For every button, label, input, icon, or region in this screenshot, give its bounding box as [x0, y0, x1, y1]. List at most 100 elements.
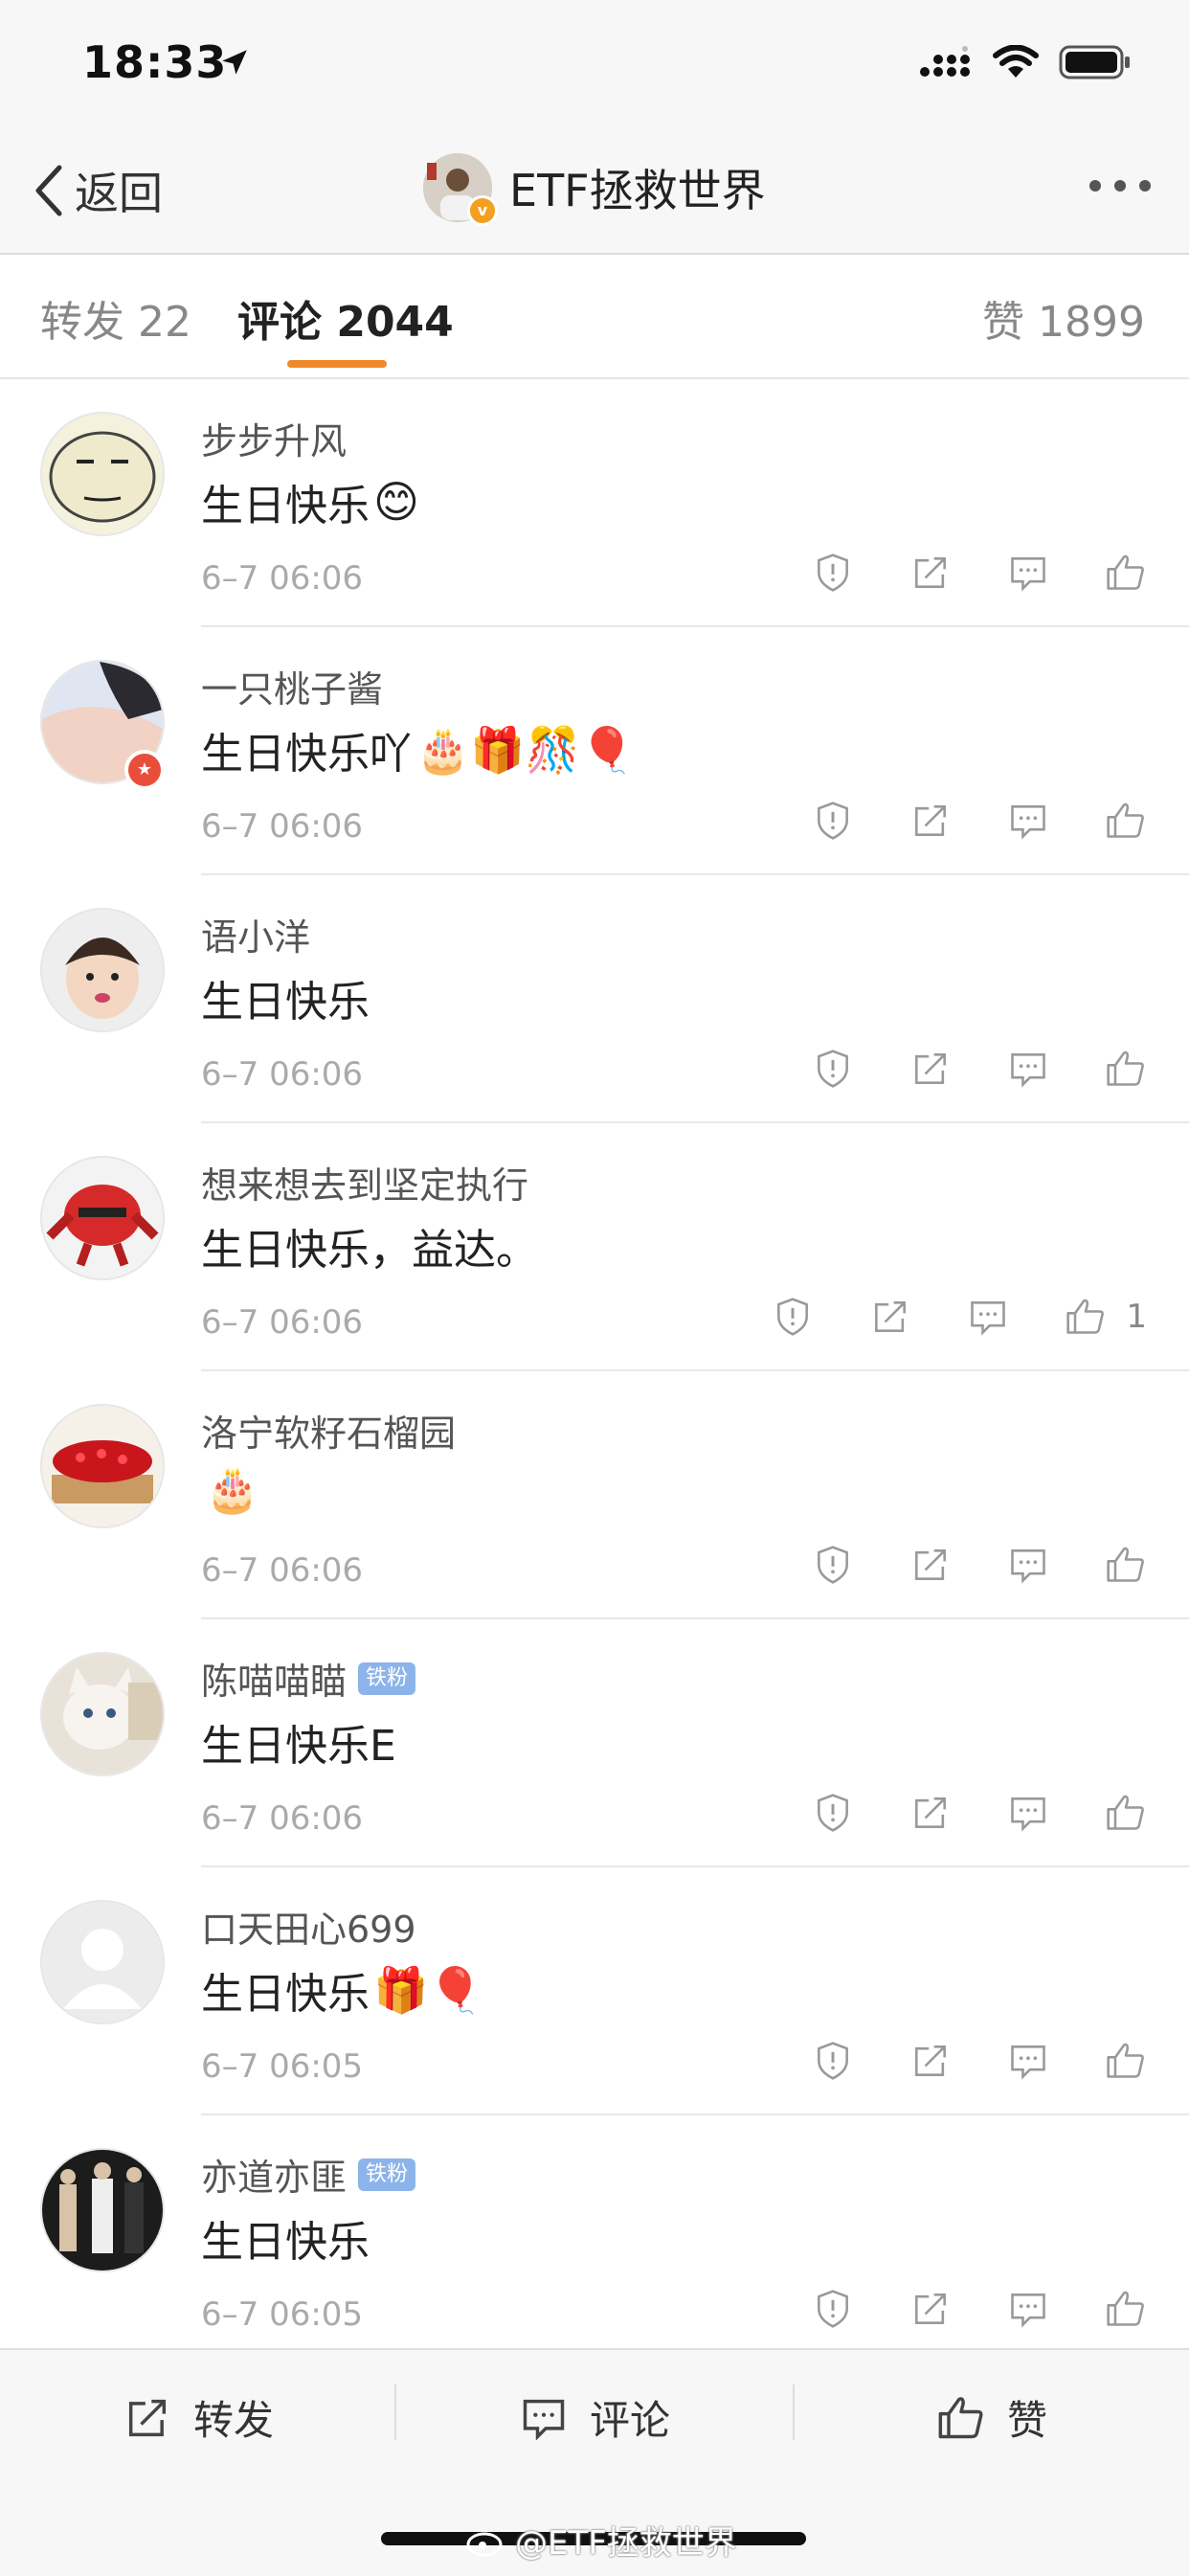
comment-time: 6–7 06:06: [201, 559, 364, 598]
thumbs-up-icon[interactable]: [1065, 1296, 1107, 1338]
status-bar: 18:33: [0, 0, 1189, 134]
thumbs-up-icon[interactable]: [1105, 2040, 1147, 2082]
report-icon[interactable]: [812, 1048, 854, 1090]
avatar[interactable]: [40, 2148, 165, 2272]
comment-item[interactable]: ★ 一只桃子酱 生日快乐吖 🎂🎁🎊🎈 6–7 06:06: [0, 627, 1189, 875]
avatar[interactable]: [40, 1900, 165, 2024]
comment-item[interactable]: 口天田心699 生日快乐 🎁🎈 6–7 06:05: [0, 1867, 1189, 2115]
comment-username[interactable]: 陈喵喵瞄 铁粉: [201, 1652, 416, 1705]
back-button[interactable]: 返回: [31, 159, 163, 222]
thumbs-up-icon: [938, 2396, 983, 2438]
comment-username[interactable]: 语小洋: [201, 908, 310, 960]
reply-icon[interactable]: [1007, 552, 1049, 594]
cellular-signal-icon: [920, 46, 970, 77]
comment-time: 6–7 06:06: [201, 1055, 364, 1094]
battery-icon: [1059, 45, 1130, 79]
reply-icon[interactable]: [1007, 1048, 1049, 1090]
comment-item[interactable]: 亦道亦匪 铁粉 生日快乐 6–7 06:05: [0, 2115, 1189, 2363]
comment-item[interactable]: 步步升风 生日快乐 😊 6–7 06:06: [0, 379, 1189, 627]
share-icon[interactable]: [869, 1296, 911, 1338]
share-icon[interactable]: [909, 800, 952, 842]
comment-username[interactable]: 一只桃子酱: [201, 660, 383, 712]
tab-comments[interactable]: 评论 2044: [237, 287, 454, 349]
comment-item[interactable]: 陈喵喵瞄 铁粉 生日快乐E 6–7 06:06: [0, 1619, 1189, 1867]
emoji: 🎂: [205, 1463, 260, 1515]
reply-icon[interactable]: [967, 1296, 1009, 1338]
emoji: 🎁🎈: [373, 1963, 483, 2016]
report-icon[interactable]: [772, 1296, 814, 1338]
reply-icon[interactable]: [1007, 1792, 1049, 1834]
report-icon[interactable]: [812, 800, 854, 842]
comment-actions: [812, 1048, 1147, 1090]
comment-text: 生日快乐 😊: [201, 476, 419, 531]
tab-repost[interactable]: 转发 22: [40, 287, 191, 349]
comment-username[interactable]: 亦道亦匪 铁粉: [201, 2148, 416, 2201]
avatar[interactable]: [40, 1652, 165, 1776]
comment-time: 6–7 06:06: [201, 1799, 364, 1838]
share-icon[interactable]: [909, 2288, 952, 2330]
reply-icon[interactable]: [1007, 1544, 1049, 1586]
share-icon[interactable]: [909, 1544, 952, 1586]
comment-username[interactable]: 口天田心699: [201, 1900, 416, 1953]
comment-time: 6–7 06:05: [201, 2295, 364, 2334]
thumbs-up-icon[interactable]: [1105, 800, 1147, 842]
comment-actions: 1: [772, 1296, 1147, 1338]
thumbs-up-icon[interactable]: [1105, 552, 1147, 594]
comment-text: 生日快乐: [201, 978, 370, 1027]
like-button[interactable]: 赞: [936, 2388, 1047, 2447]
weibo-logo-icon: [466, 2532, 503, 2556]
dot-icon: [1139, 180, 1151, 192]
active-tab-indicator: [287, 360, 387, 368]
comment-actions: [812, 2040, 1147, 2082]
comment-username[interactable]: 步步升风: [201, 412, 347, 464]
wifi-icon: [993, 45, 1039, 78]
reply-icon[interactable]: [1007, 800, 1049, 842]
comment-actions: [812, 1544, 1147, 1586]
report-icon[interactable]: [812, 2288, 854, 2330]
avatar[interactable]: [40, 1156, 165, 1280]
repost-button[interactable]: 转发: [123, 2388, 274, 2447]
comment-list: 步步升风 生日快乐 😊 6–7 06:06 ★ 一只桃子酱 生日快乐吖 🎂🎁🎊🎈 6…: [0, 379, 1189, 2363]
watermark: @ETF拯救世界: [465, 2517, 737, 2564]
comment-item[interactable]: 洛宁软籽石榴园 🎂 6–7 06:06: [0, 1371, 1189, 1619]
thumbs-up-icon[interactable]: [1105, 2288, 1147, 2330]
comment-item[interactable]: 语小洋 生日快乐 6–7 06:06: [0, 875, 1189, 1123]
comment-text: 生日快乐吖 🎂🎁🎊🎈: [201, 723, 636, 780]
share-icon[interactable]: [909, 2040, 952, 2082]
member-badge-icon: ★: [124, 750, 165, 790]
report-icon[interactable]: [812, 552, 854, 594]
avatar[interactable]: v: [423, 153, 498, 226]
thumbs-up-icon[interactable]: [1105, 1544, 1147, 1586]
report-icon[interactable]: [812, 2040, 854, 2082]
back-label: 返回: [75, 168, 163, 219]
share-icon[interactable]: [909, 552, 952, 594]
more-button[interactable]: [1089, 180, 1151, 192]
thumbs-up-icon[interactable]: [1105, 1792, 1147, 1834]
dot-icon: [1114, 180, 1126, 192]
report-icon[interactable]: [812, 1792, 854, 1834]
avatar[interactable]: [40, 412, 165, 536]
share-icon[interactable]: [909, 1792, 952, 1834]
comment-item[interactable]: 想来想去到坚定执行 生日快乐，益达。 6–7 06:06 1: [0, 1123, 1189, 1371]
comment-button[interactable]: 评论: [519, 2388, 670, 2447]
report-icon[interactable]: [812, 1544, 854, 1586]
fan-badge: 铁粉: [358, 2158, 416, 2191]
avatar[interactable]: [40, 908, 165, 1032]
reply-icon[interactable]: [1007, 2288, 1049, 2330]
comment-time: 6–7 06:05: [201, 2047, 364, 2086]
comment-icon: [523, 2399, 565, 2441]
share-icon[interactable]: [909, 1048, 952, 1090]
comment-actions: [812, 552, 1147, 594]
avatar[interactable]: [40, 1404, 165, 1528]
tab-likes[interactable]: 赞 1899: [982, 287, 1145, 349]
comment-text: 生日快乐 🎁🎈: [201, 1963, 483, 2020]
comment-actions: [812, 800, 1147, 842]
emoji: 🎂🎁🎊🎈: [415, 723, 636, 776]
thumbs-up-icon[interactable]: [1105, 1048, 1147, 1090]
comment-actions: [812, 2288, 1147, 2330]
reply-icon[interactable]: [1007, 2040, 1049, 2082]
comment-username[interactable]: 想来想去到坚定执行: [201, 1156, 528, 1209]
comment-username[interactable]: 洛宁软籽石榴园: [201, 1404, 456, 1457]
comment-text: 生日快乐，益达。: [201, 1226, 538, 1275]
nav-bar: 返回 v ETF拯救世界: [0, 134, 1189, 255]
